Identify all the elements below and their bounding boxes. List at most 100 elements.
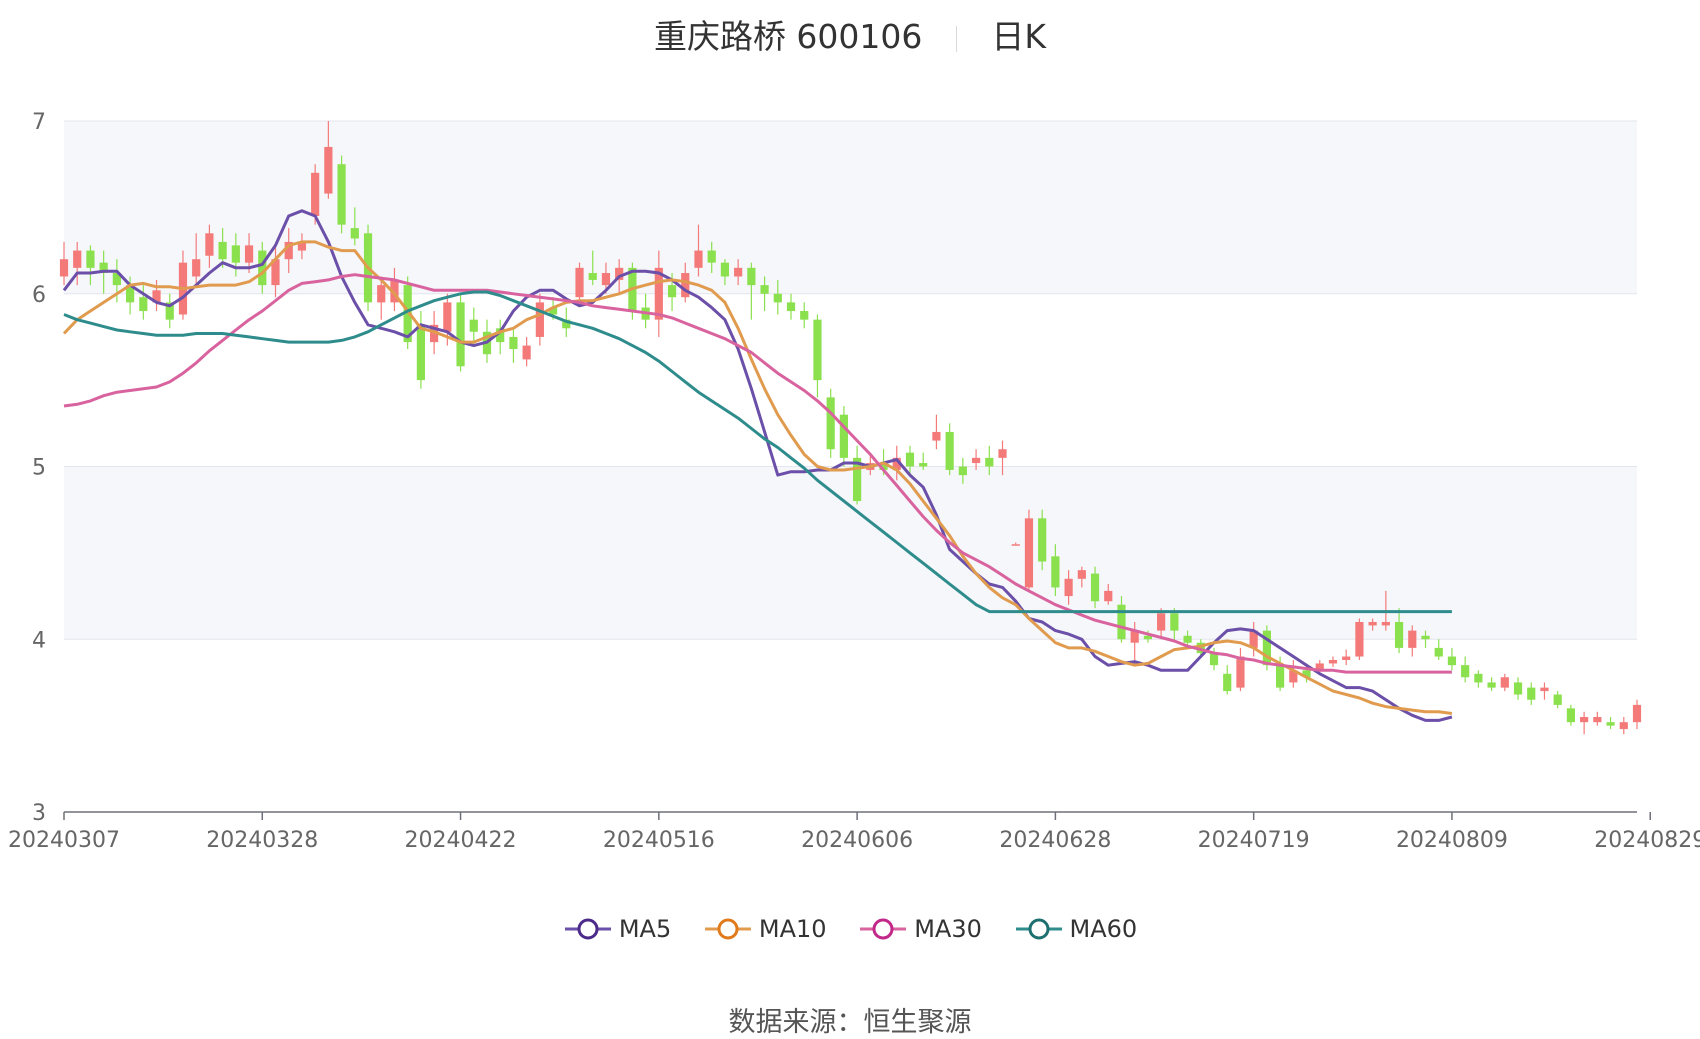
candle-body [1513,682,1523,695]
source-value: 恒生聚源 [863,1007,972,1038]
x-tick-label: 20240829 [1594,828,1700,853]
candle-body [244,245,254,263]
x-tick-label: 20240516 [603,828,715,853]
candle-body [258,250,267,286]
candle-body [1500,677,1509,688]
candle-body [1223,673,1232,692]
candle-body [1381,621,1390,626]
candle-body [945,431,954,470]
candle-body [1474,673,1483,683]
grid-band [64,121,1637,294]
candle-body [1077,570,1086,579]
candle-body [813,319,822,381]
candle-body [324,146,333,194]
x-tick-label: 20240328 [206,828,318,853]
x-tick-label: 20240719 [1198,828,1310,853]
candle-body [535,302,544,337]
candle-body [734,267,743,277]
legend-ma60[interactable]: MA60 [1014,915,1137,943]
candle-body [1553,694,1562,705]
y-tick-label: 5 [32,456,46,481]
candle-body [1104,590,1113,602]
candle-body [1434,647,1443,657]
candle-body [1421,635,1430,640]
candle-body [73,250,82,268]
candle-body [694,250,703,268]
kline-chart: 3 4 5 6 7 20240307 20240328 20240422 20240516 202… [8,110,1700,853]
candle-body [1619,722,1628,730]
candle-body [1527,687,1536,700]
candle-body [231,245,240,263]
y-tick-label: 3 [32,801,46,826]
candle-body [773,293,782,303]
candle-body [192,259,201,277]
candle-body [139,297,148,312]
candle-body [786,302,796,312]
data-source: 数据来源：恒生聚源 [0,1000,1700,1039]
candle-body [1593,716,1602,723]
candle-body [575,267,584,298]
candle-body [601,273,611,286]
candle-body [681,273,690,298]
candle-body [800,311,809,320]
candle-body [1051,556,1060,588]
candle-body [311,172,320,217]
candle-body [337,164,346,225]
legend: MA5 MA10 MA30 MA60 [0,915,1700,947]
candle-body [456,302,465,367]
legend-ma30[interactable]: MA30 [858,915,982,943]
candle-body [1117,604,1126,640]
candle-body [509,336,518,350]
x-tick-label: 20240628 [999,828,1111,853]
candle-body [522,345,531,360]
x-tick-label: 20240307 [8,828,120,853]
candle-body [707,250,716,263]
candle-body [1394,621,1404,648]
candle-body [1408,630,1417,648]
candle-body [1090,573,1100,602]
candle-body [1461,665,1470,678]
candle-body [932,431,941,441]
y-tick-label: 4 [32,628,46,653]
candle-body [443,302,452,332]
candle-body [1170,613,1179,631]
candle-body [1064,578,1073,597]
candle-body [416,324,425,381]
candle-body [1276,665,1285,688]
candle-body [205,233,214,256]
y-tick-label: 6 [32,283,46,308]
chart-container: 重庆路桥 600106 日K 3 4 5 6 7 20240307 20240328 20240… [0,0,1700,1038]
candle-body [86,250,95,268]
x-tick-label: 20240606 [801,828,913,853]
candle-body [1447,656,1457,666]
candle-body [667,285,677,298]
candle-body [905,452,915,467]
x-tick-label: 20240809 [1396,828,1508,853]
candle-body [1632,704,1642,723]
candle-body [1580,716,1589,723]
candle-body [350,228,359,239]
candle-body [1011,544,1020,546]
candle-body [1355,621,1364,657]
y-tick-label: 7 [32,110,46,135]
legend-ma10[interactable]: MA10 [703,915,827,943]
candle-body [377,285,386,303]
candle-body [760,285,769,294]
candle-body [1487,682,1496,688]
candle-body [1236,656,1245,688]
candle-body [1342,656,1351,660]
candle-body [826,397,835,450]
candle-body [720,262,730,277]
candle-body [1540,687,1549,692]
legend-ma5[interactable]: MA5 [563,915,671,943]
candle-body [1038,518,1047,562]
candle-body [1328,659,1338,664]
candle-body [59,259,69,277]
candle-body [1024,518,1034,588]
candle-body [839,414,848,458]
candle-body [218,241,227,260]
candle-body [588,273,597,280]
candle-body [1368,621,1377,626]
candle-body [1183,635,1192,643]
candle-body [919,463,928,467]
